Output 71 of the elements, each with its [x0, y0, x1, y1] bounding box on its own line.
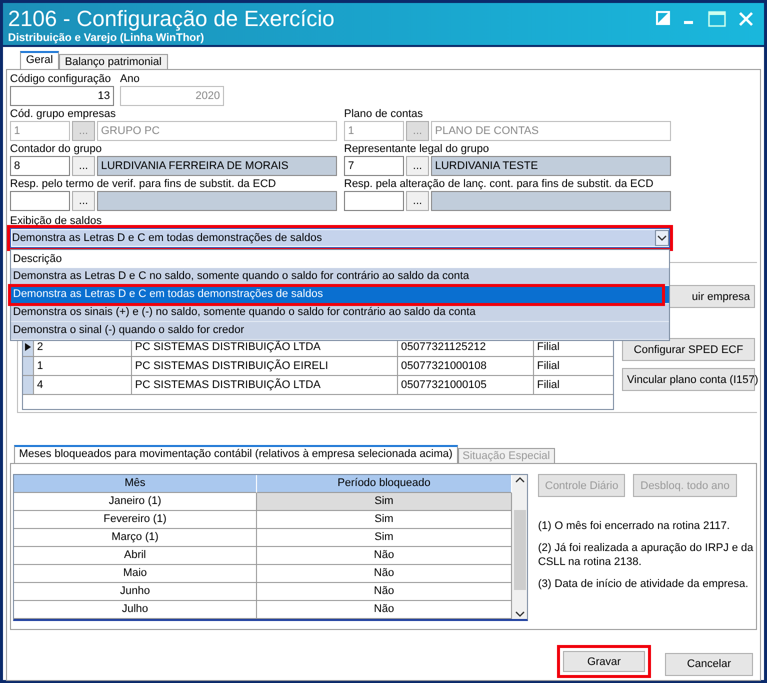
table-cell: Sim	[257, 529, 512, 547]
input-field[interactable]	[10, 191, 70, 211]
dropdown[interactable]: Demonstra as Letras D e C em todas demonstrações de saldos	[10, 228, 670, 248]
table-cell: 05077321000105	[398, 376, 534, 394]
tab[interactable]: Balanço patrimonial	[58, 54, 168, 69]
table-cell: Não	[257, 547, 512, 565]
table-cell: Julho	[14, 601, 257, 619]
input-field[interactable]	[344, 191, 404, 211]
browse-button[interactable]: ...	[72, 191, 95, 211]
table-cell: Janeiro (1)	[14, 493, 257, 511]
table-cell: Não	[257, 601, 512, 619]
table-cell: Sim	[257, 511, 512, 529]
input-field[interactable]: 7	[344, 156, 404, 176]
input-field[interactable]	[431, 191, 671, 211]
restore-icon[interactable]	[656, 11, 670, 25]
input-field[interactable]: LURDIVANIA FERREIRA DE MORAIS	[97, 156, 337, 176]
input-field[interactable]	[97, 191, 337, 211]
button[interactable]: Gravar	[557, 645, 651, 678]
column-header: Mês	[14, 475, 257, 493]
input-field[interactable]: 8	[10, 156, 70, 176]
chevron-down-icon[interactable]	[655, 230, 669, 246]
table-cell: PC SISTEMAS DISTRIBUIÇÃO EIRELI	[132, 357, 398, 375]
browse-button[interactable]: ...	[406, 156, 429, 176]
table-cell: Não	[257, 565, 512, 583]
field-label: Resp. pelo termo de verif. para fins de substit. da ECD	[10, 177, 277, 191]
maximize-icon[interactable]	[708, 11, 726, 27]
field-label: Representante legal do grupo	[344, 142, 490, 156]
table-cell: 05077321000108	[398, 357, 534, 375]
table-cell-text: Filial	[536, 340, 561, 355]
input-field[interactable]: 13	[10, 86, 114, 106]
table-cell: Não	[257, 583, 512, 601]
note-text: (3) Data de início de atividade da empresa.	[538, 577, 750, 591]
browse-button[interactable]: ...	[406, 191, 429, 211]
dropdown-option[interactable]: Demonstra o sinal (-) quando o saldo for credor	[11, 322, 669, 340]
browse-button[interactable]: ...	[72, 156, 95, 176]
table-cell: PC SISTEMAS DISTRIBUIÇÃO LTDA	[132, 376, 398, 394]
table-cell: Sim	[257, 493, 512, 511]
tab[interactable]: Meses bloqueados para movimentação contábil (relativos à empresa selecionada acima)	[14, 445, 458, 463]
pointer-icon	[25, 343, 31, 351]
field-label: Exibição de saldos	[10, 214, 103, 228]
field-label: Código configuração	[10, 72, 112, 86]
tab[interactable]: Geral	[20, 51, 59, 69]
chevron-down-icon[interactable]	[514, 611, 524, 617]
field-label: Cód. grupo empresas	[10, 107, 117, 121]
table-cell: Maio	[14, 565, 257, 583]
table-cell: 05077321125212	[398, 338, 534, 356]
field-label: Contador do grupo	[10, 142, 103, 156]
table-cell: Junho	[14, 583, 257, 601]
table-cell: Abril	[14, 547, 257, 565]
table-cell: PC SISTEMAS DISTRIBUIÇÃO LTDA	[132, 338, 398, 356]
table-cell: 4	[34, 376, 132, 394]
button[interactable]: Cancelar	[665, 652, 753, 676]
field-label: Ano	[120, 72, 141, 86]
window-title: 2106 - Configuração de Exercício	[8, 6, 335, 32]
button[interactable]: Configurar SPED ECF	[622, 338, 755, 361]
window-subtitle: Distribuição e Varejo (Linha WinThor)	[8, 32, 206, 45]
chevron-up-icon[interactable]	[514, 477, 524, 483]
field-label: Resp. pela alteração de lanç. cont. para fins de substit. da ECD	[344, 177, 654, 191]
note-text: (2) Já foi realizada a apuração do IRPJ e da CSLL na rotina 2138.	[538, 541, 754, 569]
close-icon[interactable]	[738, 11, 754, 27]
field-label: Plano de contas	[344, 107, 424, 121]
table-cell-text: Filial	[536, 378, 561, 393]
table-cell: Março (1)	[14, 529, 257, 547]
scrollbar[interactable]	[512, 475, 527, 619]
note-text: (1) O mês foi encerrado na rotina 2117.	[538, 519, 731, 533]
scroll-thumb[interactable]	[514, 510, 526, 590]
input-field[interactable]: LURDIVANIA TESTE	[431, 156, 671, 176]
table-cell: Fevereiro (1)	[14, 511, 257, 529]
table-cell-text: Filial	[536, 359, 561, 374]
table-cell: 2	[34, 338, 132, 356]
table-cell: 1	[34, 357, 132, 375]
